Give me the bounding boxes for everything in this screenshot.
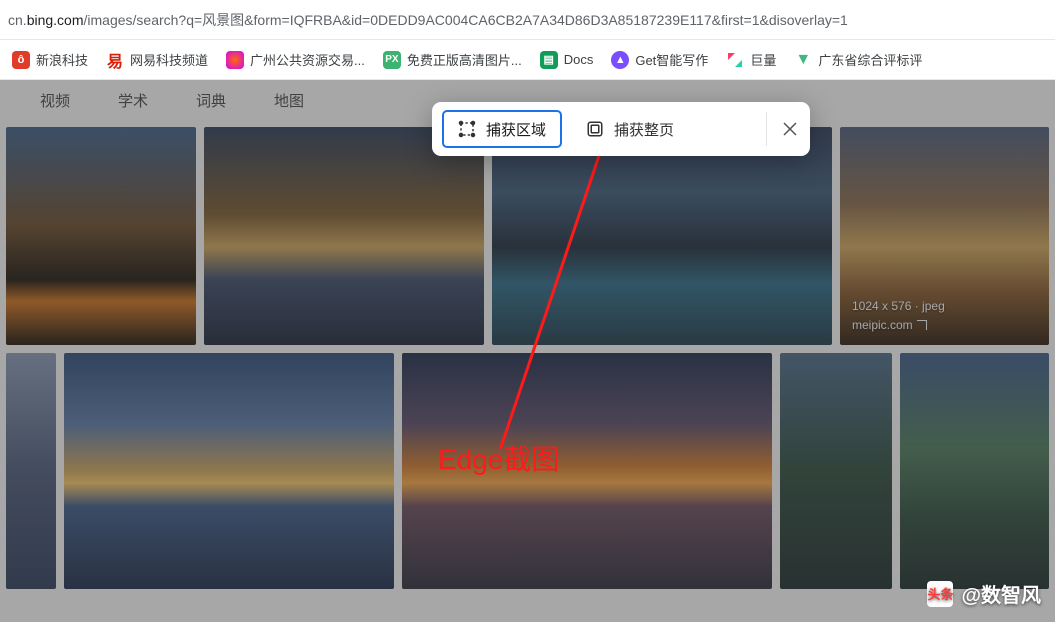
vue-icon: ▼: [794, 51, 812, 69]
image-result[interactable]: [900, 353, 1049, 589]
bookmark-vue[interactable]: ▼广东省综合评标评: [788, 46, 928, 73]
bookmark-sina[interactable]: ô新浪科技: [6, 46, 94, 73]
image-gallery: 1024 x 576 · jpeg meipic.com: [0, 127, 1055, 589]
crop-icon: [458, 120, 476, 138]
bookmark-docs[interactable]: ▤Docs: [534, 47, 600, 73]
close-button[interactable]: [766, 112, 800, 146]
image-result[interactable]: [204, 127, 484, 345]
bookmark-get[interactable]: ▲Get智能写作: [605, 46, 714, 73]
watermark-handle: @数智风: [961, 579, 1041, 608]
image-dimensions: 1024 x 576 · jpeg: [852, 297, 945, 316]
netease-icon: 易: [106, 51, 124, 69]
capture-popup: 捕获区域 捕获整页: [432, 102, 810, 156]
tab-map[interactable]: 地图: [274, 90, 304, 111]
capture-full-label: 捕获整页: [614, 119, 674, 140]
image-result[interactable]: [492, 127, 832, 345]
image-result[interactable]: [6, 127, 196, 345]
content-area: 视频 学术 词典 地图 1024 x 576 · jpeg meipic.com: [0, 80, 1055, 622]
bookmark-ju[interactable]: 巨量: [720, 46, 782, 73]
close-icon: [782, 121, 798, 137]
docs-icon: ▤: [540, 51, 558, 69]
external-link-icon: [917, 320, 927, 330]
capture-area-label: 捕获区域: [486, 119, 546, 140]
px-icon: PX: [383, 51, 401, 69]
image-result[interactable]: [780, 353, 892, 589]
image-metadata: 1024 x 576 · jpeg meipic.com: [852, 297, 945, 335]
tab-dict[interactable]: 词典: [196, 90, 226, 111]
bookmarks-bar: ô新浪科技 易网易科技频道 广州公共资源交易... PX免费正版高清图片... …: [0, 40, 1055, 80]
capture-area-button[interactable]: 捕获区域: [442, 110, 562, 148]
bookmark-gz[interactable]: 广州公共资源交易...: [220, 46, 371, 73]
gallery-row-1: 1024 x 576 · jpeg meipic.com: [6, 127, 1049, 345]
capture-full-button[interactable]: 捕获整页: [572, 110, 688, 148]
watermark-logo: 头条: [927, 581, 953, 607]
gz-icon: [226, 51, 244, 69]
watermark: 头条 @数智风: [927, 579, 1041, 608]
sina-icon: ô: [12, 51, 30, 69]
tab-academic[interactable]: 学术: [118, 90, 148, 111]
get-icon: ▲: [611, 51, 629, 69]
bookmark-netease[interactable]: 易网易科技频道: [100, 46, 214, 73]
page-body: 视频 学术 词典 地图 1024 x 576 · jpeg meipic.com: [0, 80, 1055, 622]
image-result[interactable]: [64, 353, 394, 589]
image-source: meipic.com: [852, 316, 945, 335]
image-result[interactable]: 1024 x 576 · jpeg meipic.com: [840, 127, 1049, 345]
image-result[interactable]: [6, 353, 56, 589]
tab-video[interactable]: 视频: [40, 90, 70, 111]
annotation-text: Edge截图: [438, 438, 559, 478]
fullpage-icon: [586, 120, 604, 138]
address-bar[interactable]: cn.bing.com/images/search?q=风景图&form=IQF…: [0, 0, 1055, 40]
ju-icon: [726, 51, 744, 69]
url-text: cn.bing.com/images/search?q=风景图&form=IQF…: [8, 10, 848, 30]
bookmark-px[interactable]: PX免费正版高清图片...: [377, 46, 528, 73]
